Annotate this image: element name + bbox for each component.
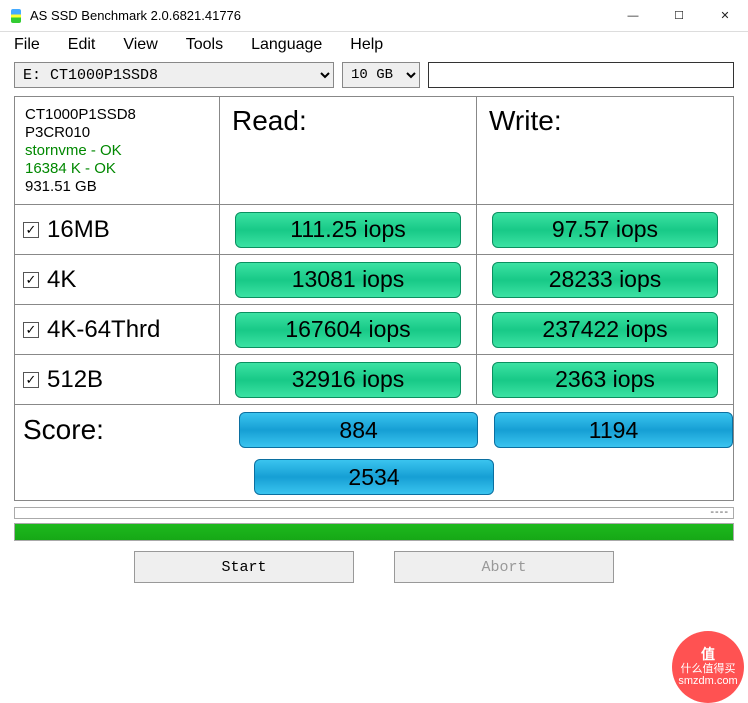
score-read: 884: [239, 412, 478, 448]
header-row: CT1000P1SSD8 P3CR010 stornvme - OK 16384…: [15, 97, 733, 205]
watermark: 值 什么值得买 smzdm.com: [654, 613, 744, 703]
watermark-text2: smzdm.com: [678, 675, 737, 687]
menu-edit[interactable]: Edit: [68, 36, 96, 54]
write-cell: 97.57 iops: [477, 205, 733, 254]
test-label-cell: ✓ 4K: [15, 255, 220, 304]
test-label: 512B: [47, 366, 103, 394]
info-alignment: 16384 K - OK: [25, 160, 116, 178]
menu-help[interactable]: Help: [350, 36, 383, 54]
maximize-button[interactable]: ☐: [656, 0, 702, 32]
close-button[interactable]: ✕: [702, 0, 748, 32]
test-label: 4K: [47, 266, 76, 294]
minimize-button[interactable]: —: [610, 0, 656, 32]
checkbox-4k[interactable]: ✓: [23, 272, 39, 288]
write-value: 2363 iops: [492, 362, 718, 398]
menu-view[interactable]: View: [123, 36, 157, 54]
abort-button: Abort: [394, 551, 614, 583]
header-read: Read:: [220, 97, 477, 204]
header-write: Write:: [477, 97, 733, 204]
read-value: 111.25 iops: [235, 212, 461, 248]
info-firmware: P3CR010: [25, 124, 90, 142]
score-top: Score: 884 1194: [15, 405, 733, 455]
test-label-cell: ✓ 512B: [15, 355, 220, 404]
test-row-16mb: ✓ 16MB 111.25 iops 97.57 iops: [15, 205, 733, 255]
start-button[interactable]: Start: [134, 551, 354, 583]
checkbox-4k64[interactable]: ✓: [23, 322, 39, 338]
score-label: Score:: [15, 414, 219, 446]
read-cell: 167604 iops: [220, 305, 477, 354]
test-label-cell: ✓ 16MB: [15, 205, 220, 254]
test-row-4k: ✓ 4K 13081 iops 28233 iops: [15, 255, 733, 305]
selector-row: E: CT1000P1SSD8 10 GB: [0, 60, 748, 96]
window-controls: — ☐ ✕: [610, 0, 748, 32]
write-cell: 28233 iops: [477, 255, 733, 304]
watermark-char: 值: [701, 647, 715, 662]
score-row: Score: 884 1194 2534: [15, 405, 733, 501]
checkbox-16mb[interactable]: ✓: [23, 222, 39, 238]
read-cell: 111.25 iops: [220, 205, 477, 254]
read-value: 167604 iops: [235, 312, 461, 348]
app-icon: [8, 8, 24, 24]
read-cell: 13081 iops: [220, 255, 477, 304]
checkbox-512b[interactable]: ✓: [23, 372, 39, 388]
write-value: 97.57 iops: [492, 212, 718, 248]
test-row-4k64: ✓ 4K-64Thrd 167604 iops 237422 iops: [15, 305, 733, 355]
score-write: 1194: [494, 412, 733, 448]
window-title: AS SSD Benchmark 2.0.6821.41776: [30, 8, 610, 23]
watermark-text1: 什么值得买: [681, 663, 736, 675]
titlebar: AS SSD Benchmark 2.0.6821.41776 — ☐ ✕: [0, 0, 748, 32]
progress-overall: [14, 523, 734, 541]
write-value: 237422 iops: [492, 312, 718, 348]
read-cell: 32916 iops: [220, 355, 477, 404]
menubar: File Edit View Tools Language Help: [0, 32, 748, 60]
test-label: 4K-64Thrd: [47, 316, 160, 344]
results-grid: CT1000P1SSD8 P3CR010 stornvme - OK 16384…: [14, 96, 734, 501]
progress-area: [14, 507, 734, 541]
buttons-row: Start Abort: [14, 551, 734, 583]
read-value: 13081 iops: [235, 262, 461, 298]
write-cell: 2363 iops: [477, 355, 733, 404]
write-cell: 237422 iops: [477, 305, 733, 354]
read-value: 32916 iops: [235, 362, 461, 398]
drive-info: CT1000P1SSD8 P3CR010 stornvme - OK 16384…: [15, 97, 220, 204]
test-label: 16MB: [47, 216, 110, 244]
menu-language[interactable]: Language: [251, 36, 322, 54]
score-total: 2534: [254, 459, 494, 495]
write-value: 28233 iops: [492, 262, 718, 298]
info-capacity: 931.51 GB: [25, 178, 97, 196]
info-driver: stornvme - OK: [25, 142, 122, 160]
test-label-cell: ✓ 4K-64Thrd: [15, 305, 220, 354]
drive-select[interactable]: E: CT1000P1SSD8: [14, 62, 334, 88]
progress-current: [14, 507, 734, 519]
info-model: CT1000P1SSD8: [25, 106, 136, 124]
test-row-512b: ✓ 512B 32916 iops 2363 iops: [15, 355, 733, 405]
watermark-badge: 值 什么值得买 smzdm.com: [672, 631, 744, 703]
menu-tools[interactable]: Tools: [186, 36, 223, 54]
menu-file[interactable]: File: [14, 36, 40, 54]
size-select[interactable]: 10 GB: [342, 62, 420, 88]
status-textbox[interactable]: [428, 62, 734, 88]
